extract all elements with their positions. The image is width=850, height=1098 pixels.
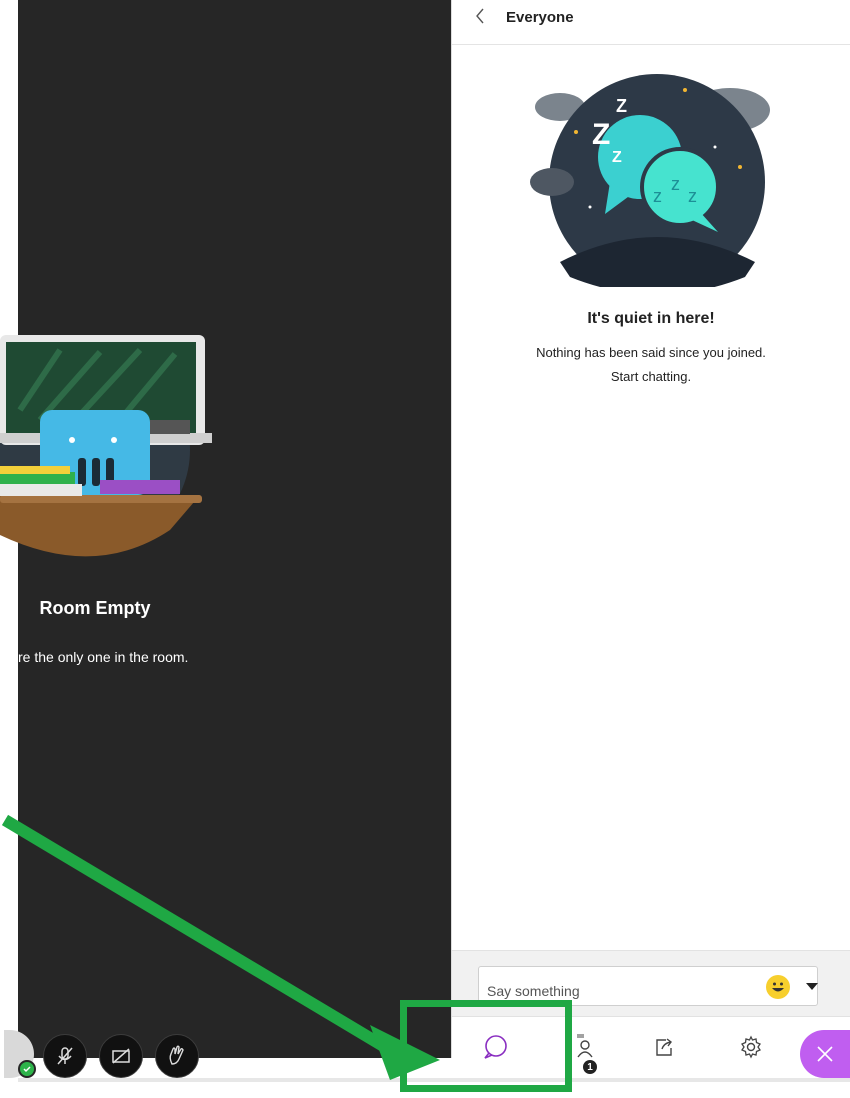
back-button[interactable]: [474, 6, 492, 30]
leave-session-button[interactable]: [800, 1030, 850, 1078]
chevron-left-icon: [476, 8, 484, 24]
share-content-icon: [656, 1038, 672, 1056]
svg-text:Z: Z: [592, 118, 610, 151]
close-icon: [817, 1046, 833, 1062]
room-empty-subtitle: re the only one in the room.: [18, 649, 189, 665]
svg-text:Z: Z: [616, 96, 627, 116]
emoji-button[interactable]: [766, 975, 790, 999]
chevron-down-icon[interactable]: [806, 983, 818, 990]
chat-panel-title: Everyone: [506, 9, 574, 26]
empty-chat-title: It's quiet in here!: [587, 310, 715, 327]
svg-text:z: z: [688, 186, 697, 206]
gear-icon: [741, 1035, 761, 1059]
quiet-chat-illustration: Z Z Z z z z: [530, 74, 770, 287]
tab-share-content[interactable]: [640, 1018, 688, 1076]
empty-room-illustration: [0, 335, 212, 557]
svg-text:Z: Z: [612, 149, 622, 166]
empty-chat-hint: Start chatting.: [610, 369, 692, 384]
annotation-highlight-box: [400, 1000, 572, 1092]
room-empty-title: Room Empty: [39, 598, 151, 618]
emoji-icon: [772, 982, 784, 992]
svg-text:z: z: [653, 186, 662, 206]
tab-settings[interactable]: [726, 1018, 776, 1076]
svg-text:z: z: [671, 174, 680, 194]
empty-chat-message: Nothing has been said since you joined.: [536, 345, 766, 360]
